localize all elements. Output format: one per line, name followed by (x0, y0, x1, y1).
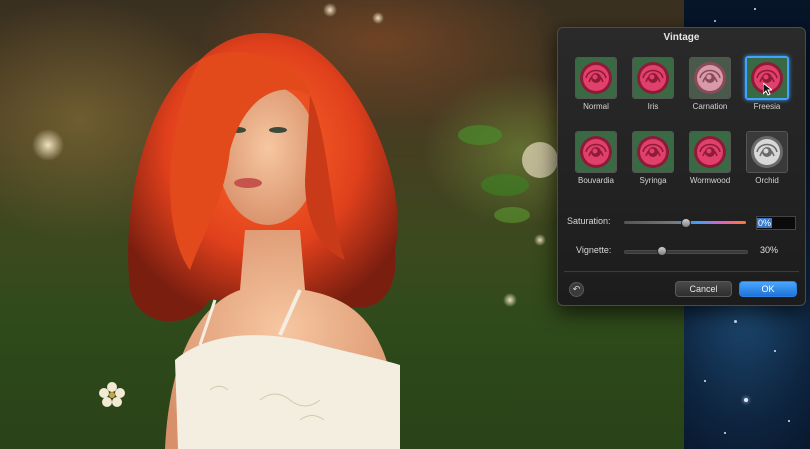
preset-wormwood[interactable]: Wormwood (684, 131, 736, 189)
rose-icon (633, 58, 673, 98)
saturation-value-field[interactable]: 0% (756, 216, 796, 230)
preset-label: Carnation (692, 102, 728, 111)
cancel-button[interactable]: Cancel (675, 281, 732, 297)
preset-label: Syringa (639, 176, 667, 185)
preset-syringa[interactable]: Syringa (627, 131, 679, 189)
rose-icon (690, 132, 730, 172)
revert-button[interactable]: ↶ (569, 282, 584, 297)
rose-thumbnail (575, 57, 617, 99)
preset-label: Freesia (753, 102, 781, 111)
saturation-value: 0% (757, 218, 773, 228)
rose-icon (690, 58, 730, 98)
preset-carnation[interactable]: Carnation (684, 57, 736, 115)
rose-thumbnail (575, 131, 617, 173)
preset-label: Normal (583, 102, 609, 111)
preset-normal[interactable]: Normal (570, 57, 622, 115)
dialog-title: Vintage (663, 32, 700, 43)
rose-thumbnail (689, 131, 731, 173)
dialog-divider (564, 271, 799, 272)
ok-button[interactable]: OK (739, 281, 797, 297)
rose-icon (633, 132, 673, 172)
saturation-slider-knob[interactable] (681, 218, 691, 228)
vintage-dialog: Vintage Normal Iris Carnation Freesia Bouvar… (557, 27, 806, 306)
rose-thumbnail (746, 131, 788, 173)
undo-icon: ↶ (572, 284, 581, 294)
preset-iris[interactable]: Iris (627, 57, 679, 115)
vignette-label: Vignette: (576, 245, 612, 255)
vignette-slider-track[interactable] (624, 250, 748, 254)
preset-label: Bouvardia (577, 176, 615, 185)
mouse-cursor-icon (763, 83, 772, 96)
saturation-label: Saturation: (567, 216, 611, 226)
rose-icon (576, 132, 616, 172)
vignette-slider-knob[interactable] (656, 246, 667, 256)
rose-icon (576, 58, 616, 98)
rose-thumbnail (689, 57, 731, 99)
rose-icon (747, 132, 787, 172)
rose-thumbnail (632, 131, 674, 173)
preset-bouvardia[interactable]: Bouvardia (570, 131, 622, 189)
preset-label: Iris (647, 102, 659, 111)
preset-label: Wormwood (689, 176, 731, 185)
preset-orchid[interactable]: Orchid (741, 131, 793, 189)
preset-label: Orchid (755, 176, 779, 185)
vignette-value: 30% (759, 245, 778, 255)
rose-thumbnail (632, 57, 674, 99)
